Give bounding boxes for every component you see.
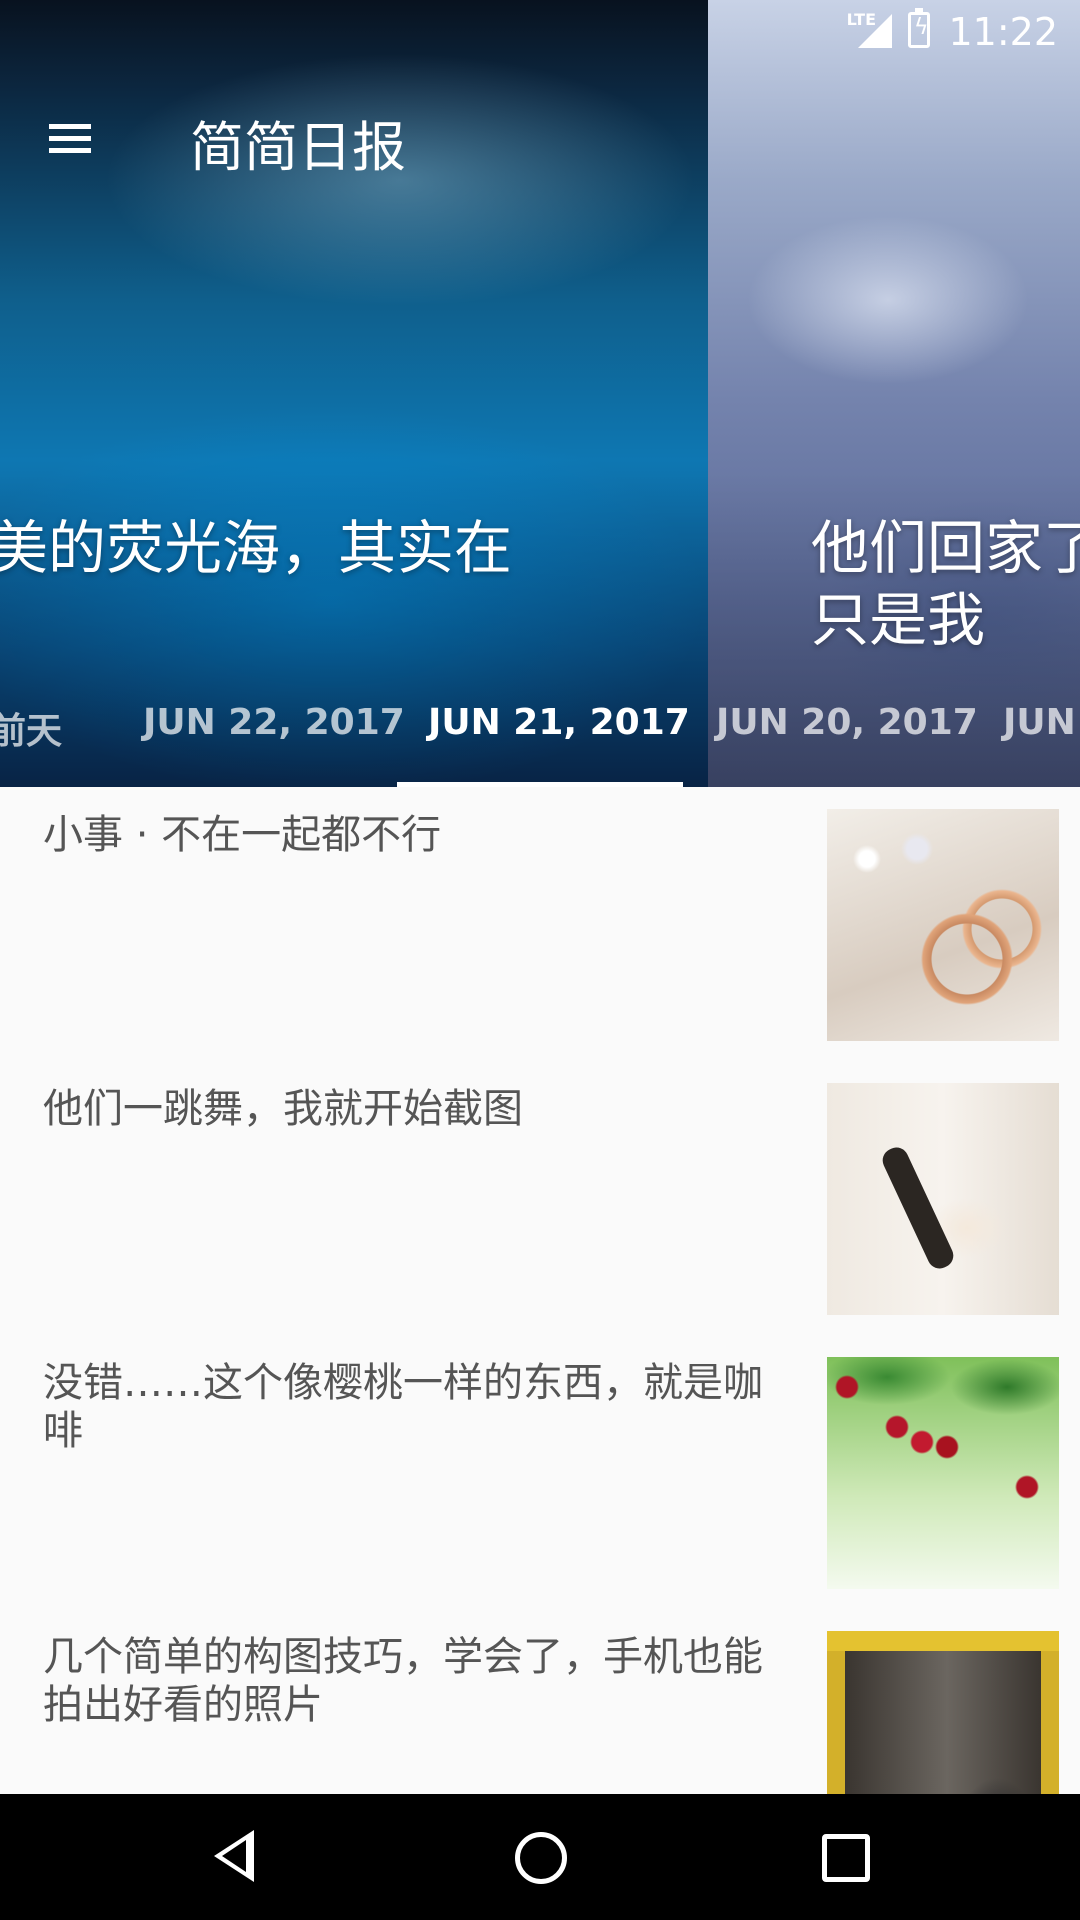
- status-time: 11:22: [948, 10, 1058, 54]
- article-title: 小事 · 不在一起都不行: [43, 812, 442, 858]
- recent-apps-icon[interactable]: [822, 1834, 870, 1882]
- app-title: 简简日报: [190, 116, 406, 179]
- date-tabs: 前天 JUN 22, 2017 JUN 21, 2017 JUN 20, 201…: [0, 690, 1080, 787]
- hero-slide-title: 美的荧光海，其实在: [0, 514, 513, 582]
- home-icon[interactable]: [515, 1832, 567, 1884]
- article-title: 他们一跳舞，我就开始截图: [43, 1086, 523, 1132]
- article-list[interactable]: 小事 · 不在一起都不行 他们一跳舞，我就开始截图 没错……这个像樱桃一样的东西…: [0, 787, 1080, 1794]
- battery-charging-icon: [908, 8, 930, 48]
- status-bar: LTE 11:22: [0, 0, 1080, 63]
- back-icon[interactable]: [214, 1830, 254, 1882]
- article-thumbnail: [827, 1357, 1059, 1589]
- tab-date[interactable]: JUN 22, 2017: [143, 702, 405, 762]
- list-item[interactable]: 小事 · 不在一起都不行: [0, 787, 1080, 1063]
- article-thumbnail: [827, 809, 1059, 1041]
- tab-date[interactable]: JUN 20, 2017: [716, 702, 978, 762]
- tab-date[interactable]: JUN: [1003, 702, 1076, 762]
- signal-icon: [858, 14, 892, 48]
- list-item[interactable]: 没错……这个像樱桃一样的东西，就是咖啡: [0, 1335, 1080, 1611]
- hero-slide-title: 他们回家了吗？只是我: [811, 514, 1080, 654]
- list-item[interactable]: 几个简单的构图技巧，学会了，手机也能拍出好看的照片: [0, 1609, 1080, 1794]
- tab-date[interactable]: 前天: [0, 702, 62, 762]
- system-nav-bar: [0, 1794, 1080, 1920]
- article-title: 没错……这个像樱桃一样的东西，就是咖啡: [43, 1360, 763, 1454]
- hero-carousel[interactable]: 美的荧光海，其实在 他们回家了吗？只是我 LTE 11:22 简简日报 前天 J…: [0, 0, 1080, 787]
- article-thumbnail: [827, 1631, 1059, 1794]
- menu-icon[interactable]: [40, 108, 100, 168]
- article-thumbnail: [827, 1083, 1059, 1315]
- tab-date-active[interactable]: JUN 21, 2017: [428, 702, 690, 762]
- list-item[interactable]: 他们一跳舞，我就开始截图: [0, 1061, 1080, 1337]
- article-title: 几个简单的构图技巧，学会了，手机也能拍出好看的照片: [43, 1634, 763, 1728]
- app-toolbar: 简简日报: [0, 63, 1080, 210]
